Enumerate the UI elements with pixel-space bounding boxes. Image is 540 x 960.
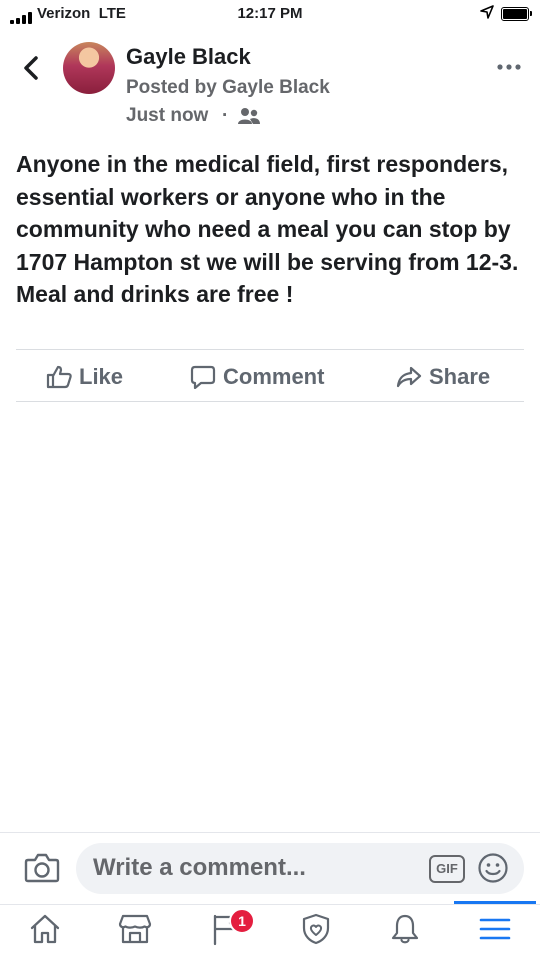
back-button[interactable]	[18, 50, 46, 91]
like-label: Like	[79, 364, 124, 389]
author-name[interactable]: Gayle Black	[126, 44, 251, 70]
nav-active-indicator	[454, 901, 536, 904]
divider	[16, 349, 524, 350]
nav-menu[interactable]	[478, 912, 512, 951]
share-label: Share	[429, 364, 491, 389]
avatar[interactable]	[63, 42, 115, 94]
comment-icon	[190, 365, 216, 389]
posted-by-label: Posted by Gayle Black	[126, 77, 330, 98]
gif-button[interactable]: GIF	[429, 855, 465, 883]
battery-icon	[501, 7, 532, 21]
bell-icon	[391, 914, 419, 944]
more-options-button[interactable]	[497, 58, 521, 76]
comment-label: Comment	[223, 364, 325, 389]
nav-notifications[interactable]	[388, 912, 422, 951]
comment-button[interactable]: Comment	[190, 360, 324, 394]
home-icon	[30, 914, 60, 944]
share-icon	[396, 366, 422, 388]
menu-icon	[479, 918, 511, 940]
marketplace-icon	[118, 914, 152, 944]
emoji-button[interactable]	[477, 852, 509, 889]
post-timestamp[interactable]: Just now	[126, 105, 208, 127]
status-bar: Verizon LTE 12:17 PM	[0, 0, 540, 30]
separator-dot: ·	[222, 105, 229, 126]
camera-button[interactable]	[24, 852, 60, 889]
post-text: Anyone in the medical field, first respo…	[16, 151, 519, 307]
camera-icon	[24, 853, 60, 883]
shield-heart-icon	[302, 913, 330, 945]
nav-groups[interactable]	[299, 912, 333, 951]
nav-home[interactable]	[28, 912, 62, 951]
like-button[interactable]: Like	[46, 360, 123, 394]
share-button[interactable]: Share	[396, 360, 490, 394]
group-icon	[237, 107, 261, 130]
thumbs-up-icon	[46, 365, 72, 389]
location-icon	[480, 5, 494, 23]
chevron-left-icon	[24, 56, 38, 80]
nav-marketplace[interactable]	[117, 912, 153, 951]
comment-bar-divider	[0, 832, 540, 833]
comment-placeholder: Write a comment...	[93, 854, 306, 881]
divider	[16, 401, 524, 402]
nav-divider	[0, 904, 540, 905]
smiley-icon	[478, 853, 508, 883]
clock: 12:17 PM	[237, 5, 303, 22]
notification-badge: 1	[229, 908, 255, 934]
more-icon	[497, 64, 521, 70]
